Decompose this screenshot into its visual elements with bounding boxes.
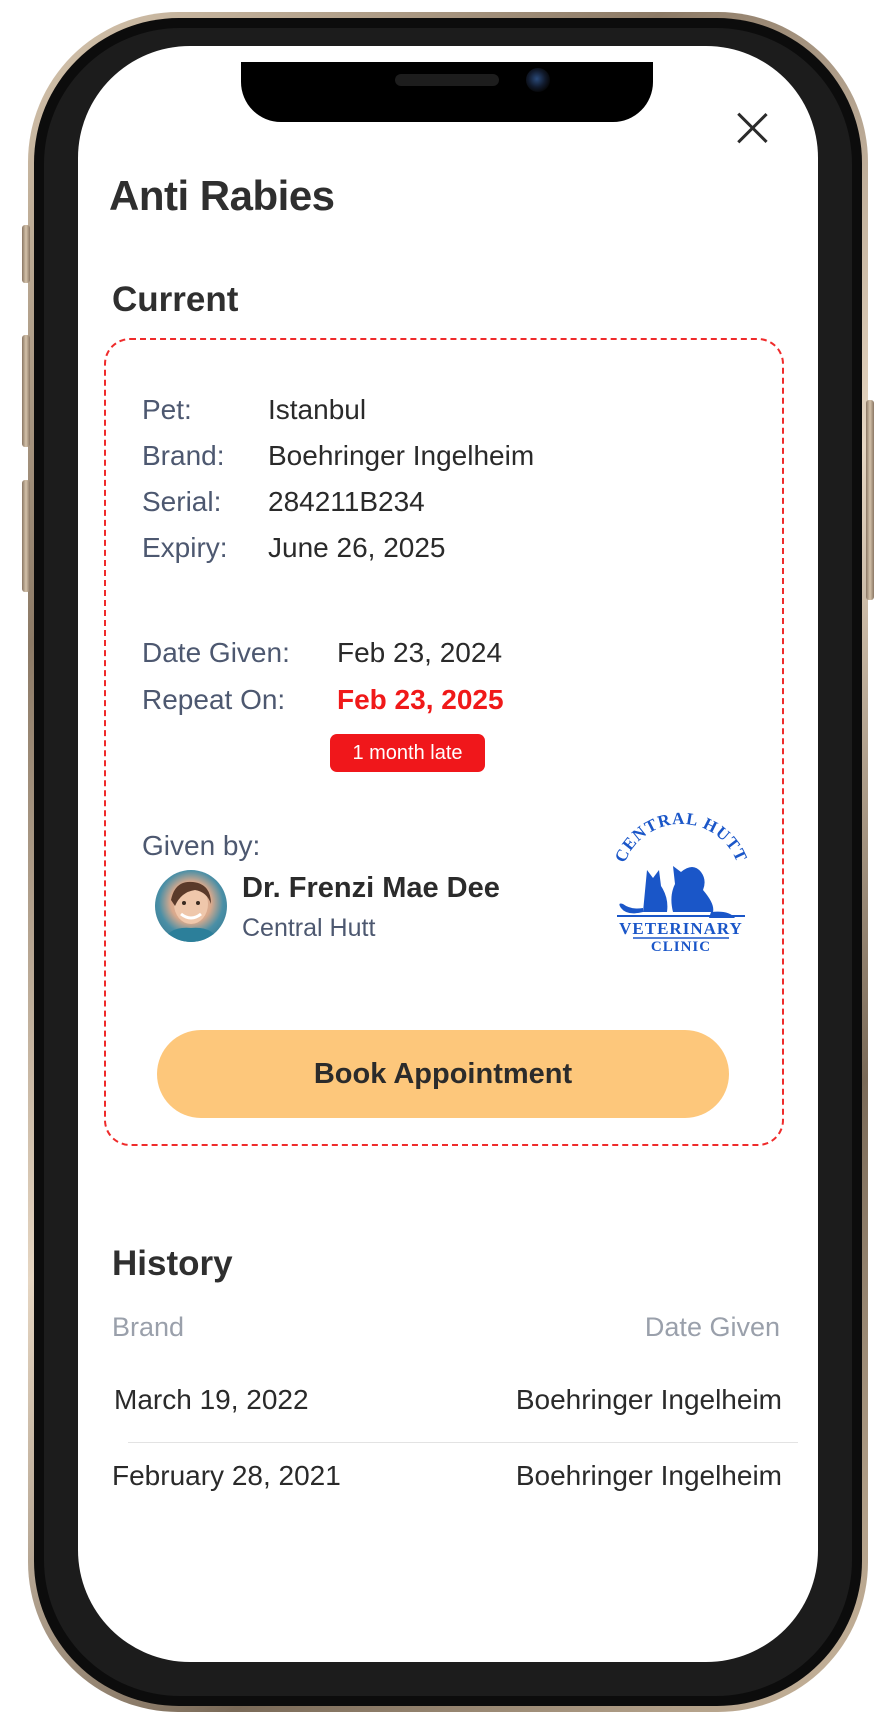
phone-side-button	[22, 225, 30, 283]
repeat-on-label: Repeat On:	[142, 684, 286, 715]
brand-value: Boehringer Ingelheim	[268, 440, 535, 471]
history-row-brand: Boehringer Ingelheim	[515, 1384, 782, 1415]
history-row-date: March 19, 2022	[114, 1384, 309, 1415]
vet-avatar	[155, 870, 227, 942]
current-heading: Current	[112, 280, 239, 319]
page-title: Anti Rabies	[109, 172, 335, 219]
late-status-badge: 1 month late	[330, 734, 485, 772]
history-column-brand: Brand	[112, 1312, 185, 1342]
serial-label: Serial:	[142, 486, 222, 517]
serial-value: 284211B234	[268, 486, 425, 517]
date-given-value: Feb 23, 2024	[337, 637, 503, 668]
clinic-logo: CENTRAL HUTT VETERINARY CLINIC	[611, 812, 751, 952]
close-icon[interactable]	[734, 110, 770, 146]
brand-label: Brand:	[142, 440, 225, 471]
history-column-date-given: Date Given	[644, 1312, 780, 1342]
svg-text:VETERINARY: VETERINARY	[619, 919, 743, 938]
front-camera	[526, 68, 550, 92]
history-row-date: February 28, 2021	[112, 1460, 341, 1491]
given-by-label: Given by:	[142, 830, 261, 861]
history-row-brand: Boehringer Ingelheim	[515, 1460, 782, 1491]
phone-side-button	[866, 400, 874, 600]
expiry-value: June 26, 2025	[268, 532, 446, 563]
svg-text:CLINIC: CLINIC	[651, 939, 711, 952]
phone-notch	[241, 62, 653, 122]
history-heading: History	[112, 1244, 233, 1283]
pet-value: Istanbul	[268, 394, 367, 425]
vet-name: Dr. Frenzi Mae Dee	[242, 872, 500, 904]
phone-side-button	[22, 335, 30, 447]
speaker-grille	[395, 74, 499, 86]
vet-clinic: Central Hutt	[242, 914, 376, 942]
book-appointment-button[interactable]: Book Appointment	[157, 1030, 729, 1118]
pet-label: Pet:	[142, 394, 192, 425]
avatar-face	[163, 881, 219, 942]
phone-side-button	[22, 480, 30, 592]
date-given-label: Date Given:	[142, 637, 290, 668]
expiry-label: Expiry:	[142, 532, 228, 563]
svg-text:CENTRAL HUTT: CENTRAL HUTT	[611, 812, 751, 865]
history-divider	[128, 1442, 798, 1443]
repeat-on-value: Feb 23, 2025	[337, 684, 504, 715]
